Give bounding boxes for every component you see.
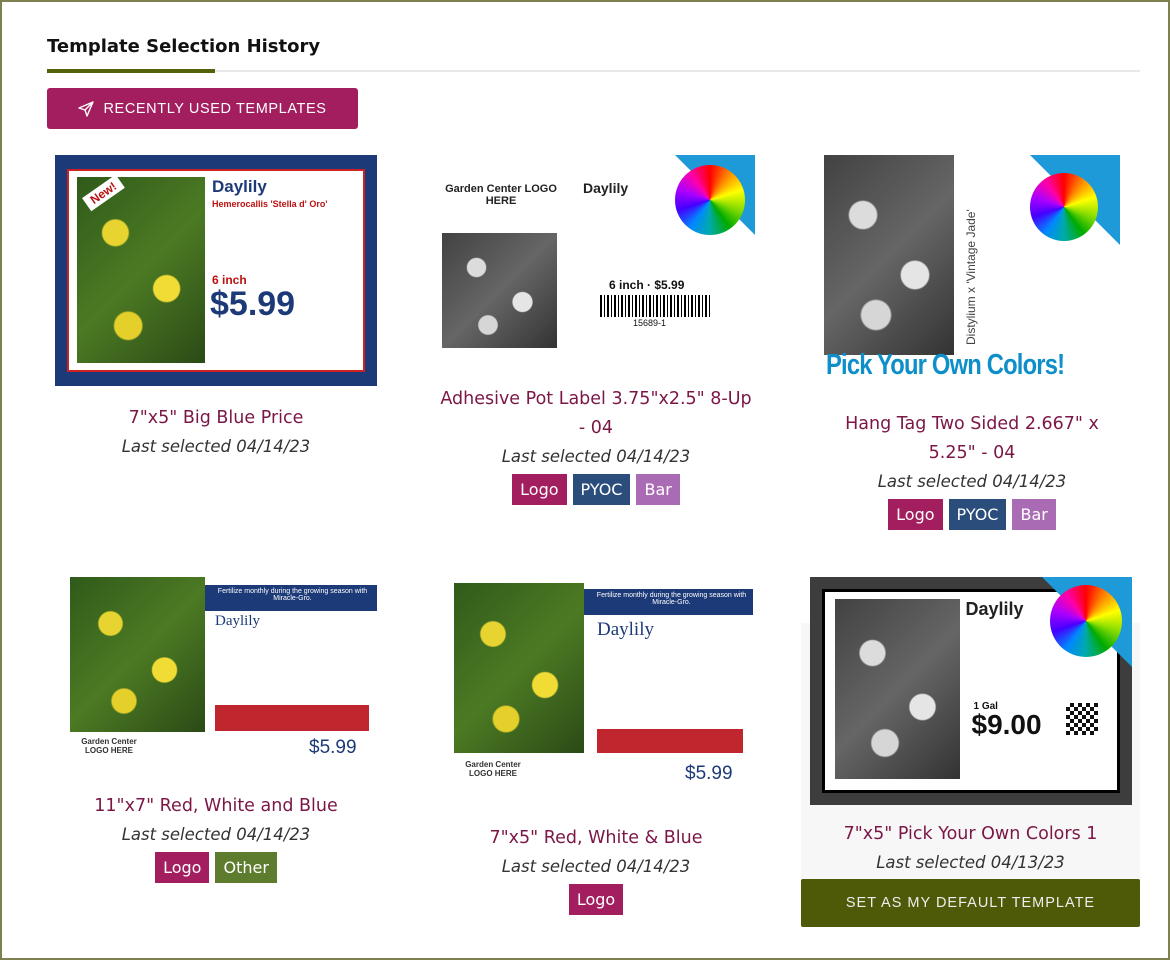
template-card[interactable]: Fertilize monthly during the growing sea… — [40, 577, 392, 883]
template-thumbnail[interactable]: Fertilize monthly during the growing sea… — [55, 577, 377, 777]
send-icon — [78, 100, 95, 117]
tag-other: Other — [215, 852, 277, 883]
template-thumbnail[interactable]: New! Daylily Hemerocallis 'Stella d' Oro… — [55, 155, 377, 386]
tag-logo: Logo — [155, 852, 210, 883]
tag-logo: Logo — [568, 884, 624, 915]
tag-logo: Logo — [888, 499, 943, 530]
template-card[interactable]: Garden Center LOGO HERE Daylily 6 inch ·… — [420, 155, 772, 505]
template-name[interactable]: 7"x5" Red, White & Blue — [420, 824, 772, 853]
tag-list: Logo — [420, 884, 772, 915]
tag-bar: Bar — [636, 474, 680, 505]
page-title: Template Selection History — [47, 36, 321, 57]
last-selected: Last selected 04/13/23 — [876, 853, 1065, 872]
tag-list: Logo Other — [40, 852, 392, 883]
template-thumbnail[interactable]: Fertilize monthly during the growing sea… — [439, 583, 753, 808]
template-thumbnail[interactable]: Garden Center LOGO HERE Daylily 6 inch ·… — [437, 155, 755, 360]
template-name[interactable]: 7"x5" Pick Your Own Colors 1 — [801, 820, 1140, 849]
last-selected: Last selected 04/14/23 — [501, 447, 691, 466]
template-card[interactable]: Fertilize monthly during the growing sea… — [420, 583, 772, 915]
template-name[interactable]: 7"x5" Big Blue Price — [40, 404, 392, 433]
set-default-template-button[interactable]: SET AS MY DEFAULT TEMPLATE — [801, 879, 1140, 927]
last-selected: Last selected 04/14/23 — [121, 437, 311, 456]
template-card[interactable]: Distylium x 'Vintage Jade' Pick Your Own… — [796, 155, 1148, 530]
template-name[interactable]: Adhesive Pot Label 3.75"x2.5" 8-Up - 04 — [420, 385, 772, 443]
last-selected: Last selected 04/14/23 — [121, 825, 311, 844]
template-card[interactable]: Daylily 1 Gal $9.00 7"x5" Pick Your Own … — [801, 577, 1140, 927]
tag-list: Logo PYOC Bar — [796, 499, 1148, 530]
tag-list: Logo PYOC Bar — [420, 474, 772, 505]
tag-bar: Bar — [1012, 499, 1056, 530]
template-thumbnail[interactable]: Distylium x 'Vintage Jade' Pick Your Own… — [824, 155, 1120, 385]
template-card[interactable]: New! Daylily Hemerocallis 'Stella d' Oro… — [40, 155, 392, 461]
last-selected: Last selected 04/14/23 — [877, 472, 1067, 491]
title-underline — [47, 69, 215, 73]
recently-used-templates-button[interactable]: RECENTLY USED TEMPLATES — [47, 88, 358, 129]
last-selected: Last selected 04/14/23 — [501, 857, 691, 876]
tag-pyoc: PYOC — [948, 499, 1007, 530]
recent-button-label: RECENTLY USED TEMPLATES — [103, 100, 327, 117]
template-name[interactable]: Hang Tag Two Sided 2.667" x 5.25" - 04 — [796, 410, 1148, 468]
template-name[interactable]: 11"x7" Red, White and Blue — [40, 792, 392, 821]
tag-pyoc: PYOC — [572, 474, 631, 505]
template-thumbnail[interactable]: Daylily 1 Gal $9.00 — [809, 577, 1132, 805]
tag-logo: Logo — [512, 474, 567, 505]
